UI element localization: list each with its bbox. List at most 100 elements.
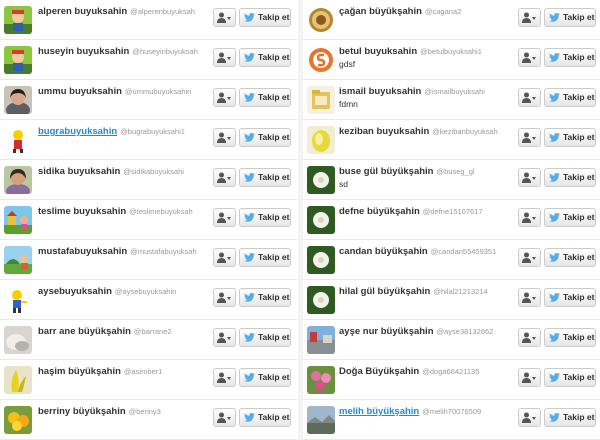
user-actions-dropdown-button[interactable] [518, 248, 541, 267]
user-full-name[interactable]: keziban buyuksahin [339, 126, 429, 137]
user-full-name[interactable]: betul buyuksahin [339, 46, 417, 57]
user-full-name[interactable]: çağan büyükşahin [339, 6, 422, 17]
avatar[interactable] [307, 286, 335, 314]
follow-button[interactable]: Takip et [544, 328, 596, 347]
follow-button[interactable]: Takip et [544, 248, 596, 267]
avatar[interactable] [307, 86, 335, 114]
user-actions-dropdown-button[interactable] [213, 88, 236, 107]
twitter-bird-icon [549, 213, 560, 222]
user-full-name[interactable]: alperen buyuksahin [38, 6, 127, 17]
user-actions-dropdown-button[interactable] [213, 368, 236, 387]
follow-button[interactable]: Takip et [544, 48, 596, 67]
avatar[interactable] [307, 206, 335, 234]
follow-button[interactable]: Takip et [239, 8, 291, 27]
follow-button[interactable]: Takip et [544, 128, 596, 147]
avatar[interactable] [307, 326, 335, 354]
follow-button[interactable]: Takip et [239, 48, 291, 67]
user-actions-dropdown-button[interactable] [518, 368, 541, 387]
follow-button[interactable]: Takip et [544, 88, 596, 107]
user-actions-dropdown-button[interactable] [518, 8, 541, 27]
user-actions-dropdown-button[interactable] [518, 408, 541, 427]
user-actions-dropdown-button[interactable] [213, 408, 236, 427]
user-actions-dropdown-button[interactable] [518, 88, 541, 107]
follow-button-label: Takip et [258, 372, 290, 382]
user-full-name[interactable]: ayşe nur büyükşahin [339, 326, 434, 337]
follow-button[interactable]: Takip et [544, 208, 596, 227]
user-full-name[interactable]: ismail buyuksahin [339, 86, 421, 97]
user-full-name[interactable]: defne büyükşahin [339, 206, 420, 217]
user-full-name[interactable]: bugrabuyuksahin [38, 126, 117, 137]
user-actions-dropdown-button[interactable] [213, 208, 236, 227]
user-full-name[interactable]: hilal gül büyükşahin [339, 286, 430, 297]
avatar[interactable] [307, 366, 335, 394]
user-actions-dropdown-button[interactable] [518, 128, 541, 147]
avatar[interactable] [307, 6, 335, 34]
follow-button-label: Takip et [563, 12, 595, 22]
user-full-name[interactable]: huseyin buyuksahin [38, 46, 129, 57]
user-actions-dropdown-button[interactable] [213, 248, 236, 267]
user-full-name[interactable]: teslime buyuksahin [38, 206, 126, 217]
follow-button[interactable]: Takip et [239, 288, 291, 307]
follow-button[interactable]: Takip et [544, 8, 596, 27]
avatar[interactable] [4, 286, 32, 314]
user-full-name[interactable]: berriny büyükşahin [38, 406, 126, 417]
follow-button[interactable]: Takip et [544, 288, 596, 307]
avatar[interactable] [307, 406, 335, 434]
user-actions-dropdown-button[interactable] [213, 8, 236, 27]
avatar[interactable] [4, 86, 32, 114]
user-full-name[interactable]: sidika buyuksahin [38, 166, 120, 177]
avatar[interactable] [4, 366, 32, 394]
avatar[interactable] [4, 326, 32, 354]
user-bio: sd [339, 179, 348, 189]
user-full-name[interactable]: Doğa Büyükşahin [339, 366, 419, 377]
user-person-icon [522, 372, 536, 383]
follow-button[interactable]: Takip et [239, 128, 291, 147]
user-full-name[interactable]: aysebuyuksahin [38, 286, 112, 297]
follow-button[interactable]: Takip et [544, 368, 596, 387]
user-actions-dropdown-button[interactable] [518, 48, 541, 67]
avatar[interactable] [4, 166, 32, 194]
avatar[interactable] [307, 246, 335, 274]
user-full-name[interactable]: candan büyükşahin [339, 246, 428, 257]
avatar[interactable] [4, 46, 32, 74]
follow-button[interactable]: Takip et [239, 408, 291, 427]
user-actions-dropdown-button[interactable] [518, 288, 541, 307]
follow-button[interactable]: Takip et [239, 248, 291, 267]
user-full-name[interactable]: ummu buyuksahin [38, 86, 122, 97]
follow-button[interactable]: Takip et [239, 368, 291, 387]
follow-button[interactable]: Takip et [544, 408, 596, 427]
user-actions-dropdown-button[interactable] [213, 168, 236, 187]
user-bio: gdsf [339, 59, 356, 69]
follow-button[interactable]: Takip et [239, 208, 291, 227]
user-full-name[interactable]: barr ane büyükşahin [38, 326, 131, 337]
user-actions-dropdown-button[interactable] [213, 288, 236, 307]
avatar[interactable] [4, 6, 32, 34]
avatar[interactable] [307, 46, 335, 74]
avatar[interactable] [307, 126, 335, 154]
twitter-bird-icon [244, 53, 255, 62]
user-full-name[interactable]: melih büyükşahin [339, 406, 419, 417]
avatar[interactable] [4, 406, 32, 434]
avatar[interactable] [4, 246, 32, 274]
follow-button[interactable]: Takip et [239, 328, 291, 347]
follow-button[interactable]: Takip et [239, 88, 291, 107]
user-actions-dropdown-button[interactable] [518, 168, 541, 187]
user-actions-dropdown-button[interactable] [213, 128, 236, 147]
user-full-name[interactable]: buse gül büyükşahin [339, 166, 434, 177]
user-full-name[interactable]: haşim büyükşahin [38, 366, 121, 377]
twitter-bird-icon [244, 413, 255, 422]
avatar[interactable] [4, 126, 32, 154]
user-full-name[interactable]: mustafabuyuksahin [38, 246, 127, 257]
user-actions-dropdown-button[interactable] [213, 48, 236, 67]
follow-button[interactable]: Takip et [239, 168, 291, 187]
user-actions-dropdown-button[interactable] [213, 328, 236, 347]
user-actions-dropdown-button[interactable] [518, 328, 541, 347]
user-actions-dropdown-button[interactable] [518, 208, 541, 227]
avatar[interactable] [4, 206, 32, 234]
follow-button[interactable]: Takip et [544, 168, 596, 187]
user-handle: @defne15107617 [422, 207, 483, 216]
user-row: bugrabuyuksahin @bugrabuyuksahi1 Takip et [0, 120, 297, 160]
user-row: alperen buyuksahin @alperenbuyuksah Takip… [0, 0, 297, 40]
avatar[interactable] [307, 166, 335, 194]
follow-button-label: Takip et [563, 292, 595, 302]
